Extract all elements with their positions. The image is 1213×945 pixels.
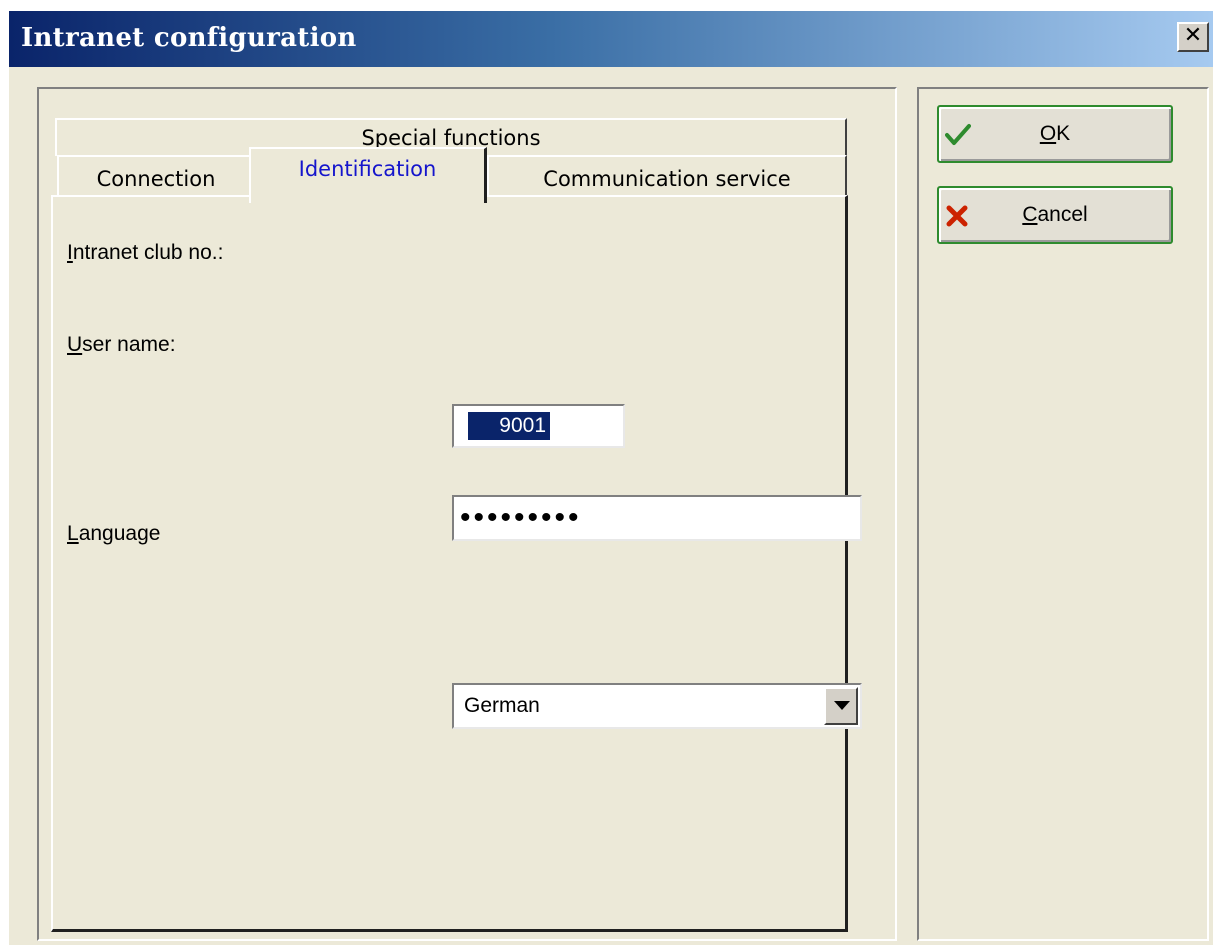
ok-button[interactable]: OK: [937, 105, 1173, 163]
tab-connection[interactable]: Connection: [57, 155, 255, 197]
language-label: Language: [67, 522, 161, 545]
club-no-value: 9001: [468, 412, 550, 440]
identification-tab-panel: Intranet club no.: 9001 User name: •••••…: [51, 195, 862, 932]
user-name-label: User name:: [67, 333, 176, 356]
chevron-down-icon: [834, 701, 850, 710]
window-title: Intranet configuration: [21, 23, 357, 53]
ok-button-label: OK: [1039, 122, 1071, 145]
cancel-button-label: Cancel: [1022, 203, 1088, 226]
club-no-input[interactable]: 9001: [452, 404, 625, 448]
close-button[interactable]: ✕: [1177, 22, 1209, 52]
close-icon: ✕: [1183, 23, 1203, 48]
cancel-button[interactable]: Cancel: [937, 186, 1173, 244]
user-name-masked-value: •••••••••: [460, 501, 582, 534]
club-no-label: Intranet club no.:: [67, 241, 224, 264]
dialog-window: Intranet configuration ✕ Special functio…: [9, 11, 1213, 945]
tab-identification[interactable]: Identification: [249, 147, 487, 203]
title-bar: Intranet configuration ✕: [9, 11, 1213, 67]
language-value: German: [464, 694, 540, 717]
tab-communication-service[interactable]: Communication service: [487, 155, 847, 197]
language-select[interactable]: German: [452, 683, 862, 729]
language-dropdown-button[interactable]: [824, 687, 858, 725]
user-name-input[interactable]: •••••••••: [452, 495, 862, 541]
